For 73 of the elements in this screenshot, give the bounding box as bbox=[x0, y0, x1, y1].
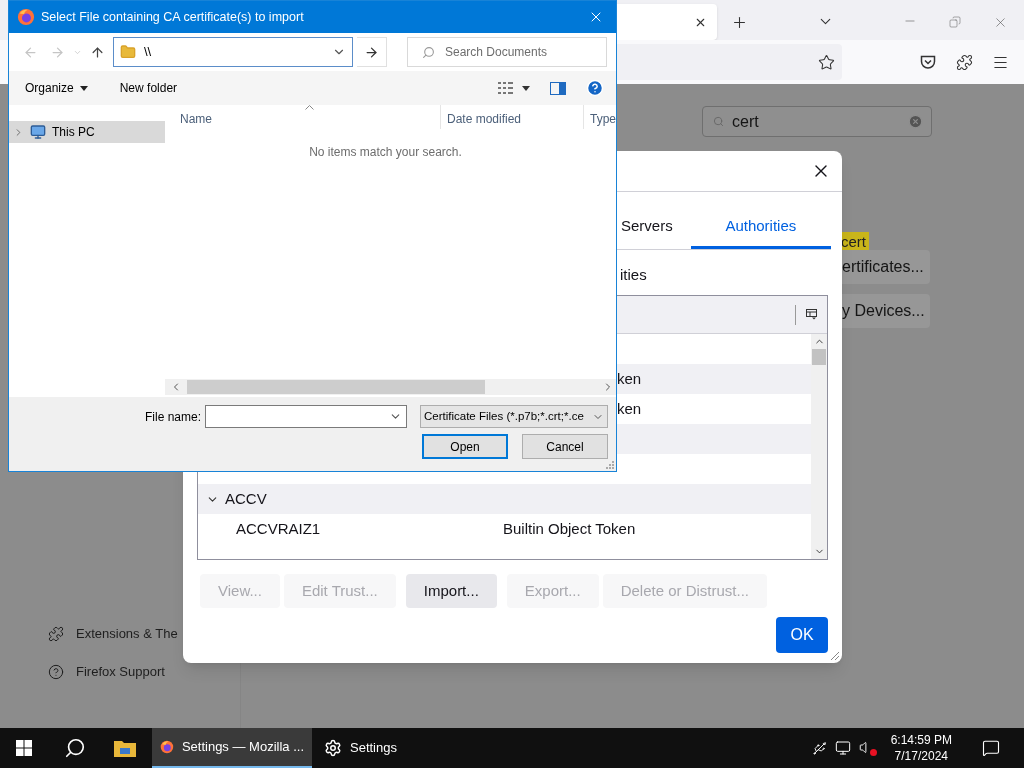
scrollbar-thumb[interactable] bbox=[187, 380, 485, 394]
start-icon[interactable] bbox=[16, 740, 32, 756]
open-button[interactable]: Open bbox=[422, 434, 508, 459]
token-cell-text: Builtin Object Token bbox=[503, 518, 636, 539]
help-icon[interactable] bbox=[586, 79, 604, 97]
extensions-icon[interactable] bbox=[956, 54, 973, 71]
taskbar-app[interactable]: Settings bbox=[316, 728, 452, 768]
search-value: cert bbox=[732, 111, 760, 132]
sidebar-item[interactable]: Extensions & The bbox=[48, 624, 178, 643]
empty-message: No items match your search. bbox=[309, 144, 462, 161]
token-cell-text: ken bbox=[617, 368, 642, 389]
folder-icon[interactable] bbox=[114, 739, 136, 757]
address-field[interactable]: \\ bbox=[113, 37, 353, 67]
firefox-logo-icon bbox=[17, 8, 35, 26]
new-folder-button[interactable]: New folder bbox=[113, 77, 184, 99]
search-icon[interactable] bbox=[64, 737, 86, 759]
taskbar-app[interactable]: Settings — Mozilla ... bbox=[152, 728, 312, 768]
tab[interactable]: Authorities bbox=[690, 207, 831, 249]
nav-label: This PC bbox=[52, 124, 95, 141]
settings-button[interactable]: ertificates... bbox=[842, 250, 930, 284]
preview-pane-icon[interactable] bbox=[550, 81, 566, 95]
usb-drive-icon[interactable] bbox=[811, 740, 827, 756]
search-field[interactable]: Search Documents bbox=[407, 37, 607, 67]
gear-icon bbox=[324, 739, 342, 757]
pocket-icon[interactable] bbox=[920, 55, 936, 70]
sort-caret-icon bbox=[305, 105, 314, 110]
bookmark-star-icon[interactable] bbox=[818, 53, 835, 71]
horizontal-scrollbar[interactable] bbox=[165, 379, 616, 395]
new-tab-icon[interactable] bbox=[731, 14, 748, 31]
notifications-icon[interactable] bbox=[982, 739, 1000, 757]
section-heading: ities bbox=[620, 265, 647, 285]
tree-row[interactable]: ACCV bbox=[198, 484, 811, 514]
search-placeholder: Search Documents bbox=[445, 44, 548, 61]
ok-button[interactable]: OK bbox=[776, 617, 828, 653]
puzzle-icon bbox=[48, 625, 64, 642]
menu-icon[interactable] bbox=[992, 54, 1009, 71]
group-name: ACCV bbox=[225, 488, 267, 509]
column-header[interactable]: Name bbox=[165, 105, 441, 129]
settings-button[interactable]: y Devices... bbox=[842, 294, 930, 328]
resize-grip-icon[interactable] bbox=[828, 649, 840, 661]
volume-muted-icon[interactable] bbox=[858, 740, 877, 756]
search-icon bbox=[422, 45, 435, 59]
file-type-select[interactable]: Certificate Files (*.p7b;*.crt;*.ce bbox=[420, 405, 608, 428]
computer-icon bbox=[30, 124, 46, 140]
close-window-icon[interactable] bbox=[993, 15, 1008, 30]
clock-time[interactable]: 6:14:59 PM bbox=[890, 732, 952, 748]
go-icon[interactable] bbox=[364, 44, 379, 60]
address-value: \\ bbox=[144, 43, 153, 62]
file-name-label: File name: bbox=[144, 408, 201, 426]
certificate-name: ACCVRAIZ1 bbox=[236, 518, 322, 539]
clear-icon[interactable] bbox=[908, 114, 923, 129]
nav-item[interactable]: This PC bbox=[9, 121, 165, 143]
token-cell-text: ken bbox=[617, 398, 642, 419]
settings-search-field[interactable]: cert bbox=[702, 106, 932, 137]
scrollbar-thumb[interactable] bbox=[812, 349, 826, 365]
column-header[interactable]: Type bbox=[584, 105, 614, 129]
organize-menu[interactable]: Organize bbox=[19, 77, 94, 99]
column-header[interactable]: Date modified bbox=[441, 105, 584, 129]
cancel-button[interactable]: Cancel bbox=[522, 434, 608, 459]
view-options-icon[interactable] bbox=[498, 81, 514, 95]
search-icon bbox=[713, 116, 724, 127]
window-title: Select File containing CA certificate(s) to import bbox=[41, 8, 305, 26]
help-icon bbox=[48, 663, 64, 680]
resize-grip-icon[interactable] bbox=[606, 461, 614, 469]
network-icon[interactable] bbox=[834, 740, 851, 756]
folder-icon bbox=[120, 44, 136, 60]
action-button[interactable]: Import... bbox=[405, 574, 497, 608]
vertical-scrollbar[interactable] bbox=[811, 334, 827, 559]
column-picker-icon[interactable] bbox=[806, 309, 817, 320]
file-name-field[interactable] bbox=[205, 405, 407, 428]
up-icon[interactable] bbox=[90, 44, 105, 60]
clock-date[interactable]: 7/17/2024 bbox=[894, 748, 948, 764]
sidebar-item[interactable]: Firefox Support bbox=[48, 662, 178, 681]
